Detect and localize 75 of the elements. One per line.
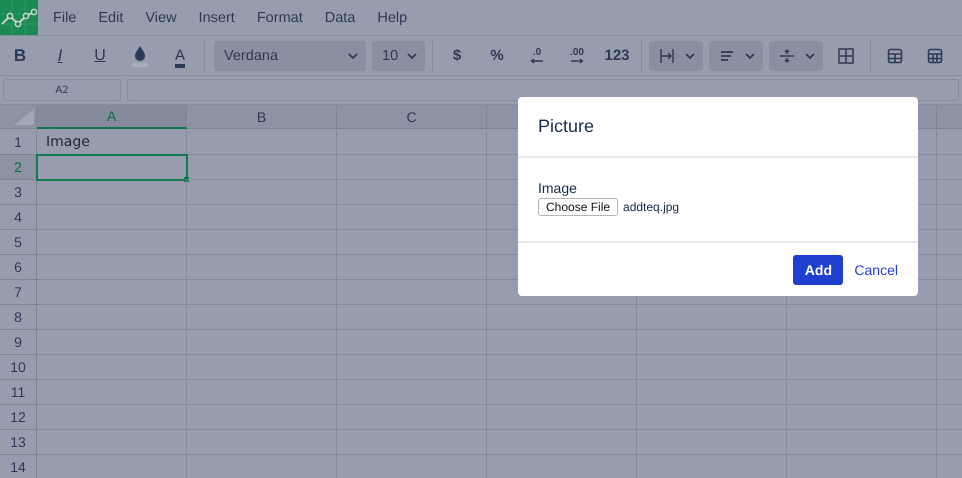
add-button[interactable]: Add [793,254,844,284]
format-button[interactable]: % [477,40,517,70]
font-size-dropdown[interactable]: 10 [372,40,425,70]
table-cell[interactable] [37,280,187,305]
row-header[interactable]: 5 [0,230,37,255]
file-name: addteq.jpg [623,200,680,214]
table-cell[interactable] [187,155,337,180]
table-cell[interactable] [37,355,187,380]
underline-button[interactable]: U [80,40,120,70]
table-cell[interactable]: Image [37,130,187,155]
caret-icon [407,52,417,58]
row-header[interactable]: 12 [0,405,37,430]
table-cell[interactable] [37,180,187,205]
table-cell[interactable] [37,405,187,430]
menu-item[interactable]: Insert [198,10,235,26]
caret-icon [805,52,815,58]
table-icon [887,48,903,64]
left-arrow-icon [530,58,544,64]
row-header[interactable]: 13 [0,430,37,455]
table-cell[interactable] [37,305,187,330]
row-header[interactable]: 8 [0,305,37,330]
menu-item[interactable]: Edit [98,10,124,26]
table-icon [927,48,943,64]
format-button[interactable]: $ [437,40,477,70]
table-cell[interactable] [37,330,187,355]
caret-icon [685,52,695,58]
caret-icon [348,52,358,58]
row-header[interactable]: 11 [0,380,37,405]
drop-icon [132,44,148,66]
name-box[interactable]: A2 [3,79,121,101]
select-all-corner[interactable] [0,105,37,129]
table-cell[interactable] [37,380,187,405]
field-label: Image [538,180,578,196]
menu-item[interactable]: Data [324,10,356,26]
row-header[interactable]: 10 [0,355,37,380]
menu-item[interactable]: Help [377,10,408,26]
bold-button[interactable]: B [0,40,40,70]
decrease-decimal-button[interactable]: .0 [517,40,557,70]
row-header[interactable]: 1 [0,130,37,155]
column-header[interactable]: C [337,105,487,129]
row-header[interactable]: 9 [0,330,37,355]
choose-file-button[interactable]: Choose File [538,198,618,216]
table-cell[interactable] [187,180,337,205]
text-color-button[interactable]: A [160,40,200,70]
table-cell[interactable] [37,430,187,455]
column-header[interactable]: B [187,105,337,129]
table-cell[interactable] [37,205,187,230]
caret-icon [745,52,755,58]
logo-icon [0,0,38,35]
table-cell[interactable] [37,255,187,280]
row-header[interactable]: 7 [0,280,37,305]
table-cell[interactable] [37,230,187,255]
cancel-link[interactable]: Cancel [854,262,898,278]
right-arrow-icon [570,58,584,64]
increase-decimal-button[interactable]: .00 [557,40,597,70]
menu-item[interactable]: File [53,10,76,26]
table-cell[interactable] [187,130,337,155]
menu-item[interactable]: View [145,10,177,26]
italic-button[interactable]: I [40,40,80,70]
align-to-edge-icon [659,48,675,64]
row-header[interactable]: 2 [0,155,37,180]
menu-item[interactable]: Format [256,10,303,26]
alignment-dropdown[interactable] [649,40,703,70]
table-cell[interactable] [337,130,487,155]
table-cell[interactable] [37,155,187,180]
font-dropdown[interactable]: Verdana [214,40,366,70]
alignment-dropdown[interactable] [769,40,823,70]
row-header[interactable]: 6 [0,255,37,280]
row-header[interactable]: 4 [0,205,37,230]
vertical-align-icon [779,48,795,64]
dialog-title: Picture [538,116,594,137]
format-button[interactable]: 123 [597,40,637,70]
alignment-dropdown[interactable] [709,40,763,70]
row-header[interactable]: 3 [0,180,37,205]
grid-icon [838,48,854,64]
